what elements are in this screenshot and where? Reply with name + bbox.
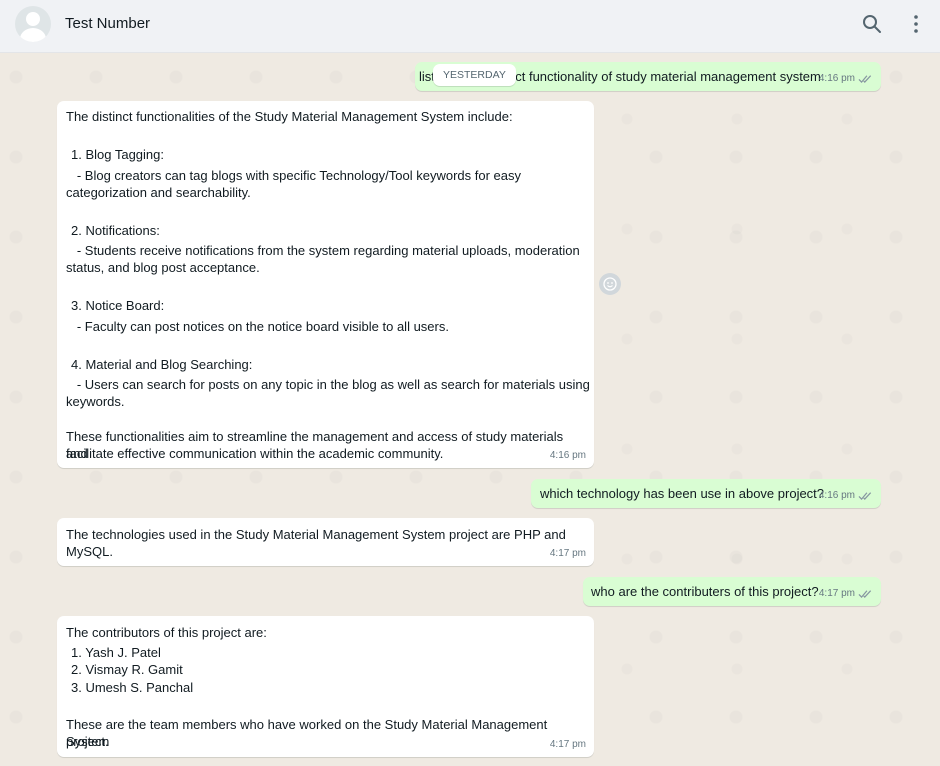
message-text: The technologies used in the Study Mater…: [66, 527, 566, 542]
emoji-reaction-button[interactable]: [599, 273, 621, 295]
list-item-desc: - Students receive notifications from th…: [66, 243, 580, 258]
chat-area[interactable]: list nct functionality of study material…: [0, 53, 940, 766]
message-time: 4:17 pm: [549, 548, 586, 559]
contact-name[interactable]: Test Number: [65, 15, 150, 32]
message-outro-cont: facilitate effective communication withi…: [66, 446, 444, 461]
double-check-icon: [858, 589, 872, 598]
message-time: 4:17 pm: [818, 588, 855, 599]
message-time: 4:16 pm: [818, 490, 855, 501]
message-outro: These are the team members who have work…: [66, 717, 548, 749]
list-item-desc: - Blog creators can tag blogs with speci…: [66, 168, 521, 183]
message-intro: The contributors of this project are:: [66, 625, 267, 640]
list-item-title: 4. Material and Blog Searching:: [71, 357, 253, 372]
message-text: who are the contributers of this project…: [591, 584, 819, 599]
message-meta: 4:17 pm: [819, 585, 873, 602]
message-meta: 4:16 pm: [819, 487, 873, 504]
search-icon[interactable]: [860, 12, 884, 36]
avatar-body-shape: [20, 28, 46, 42]
message-outro-cont: project.: [66, 734, 109, 749]
list-item-desc-cont: keywords.: [66, 394, 125, 409]
incoming-message[interactable]: The technologies used in the Study Mater…: [57, 518, 594, 566]
avatar-head-shape: [26, 12, 40, 26]
list-item-title: 2. Notifications:: [71, 223, 160, 238]
message-text-cont: MySQL.: [66, 544, 113, 559]
list-item-desc-cont: status, and blog post acceptance.: [66, 260, 260, 275]
smiley-icon: [603, 277, 617, 291]
double-check-icon: [858, 74, 872, 83]
list-item-desc: - Faculty can post notices on the notice…: [66, 319, 449, 334]
outgoing-message[interactable]: who are the contributers of this project…: [583, 577, 881, 606]
incoming-message[interactable]: The distinct functionalities of the Stud…: [57, 101, 594, 468]
message-meta: 4:17 pm: [550, 545, 586, 562]
list-item-title: 3. Notice Board:: [71, 298, 165, 313]
message-text-end: nct functionality of study material mana…: [508, 69, 821, 84]
list-item-desc-cont: categorization and searchability.: [66, 185, 251, 200]
list-item-title: 1. Blog Tagging:: [71, 147, 164, 162]
incoming-message[interactable]: The contributors of this project are: 1.…: [57, 616, 594, 757]
message-time: 4:17 pm: [549, 739, 586, 750]
outgoing-message[interactable]: which technology has been use in above p…: [531, 479, 881, 508]
kebab-menu-icon[interactable]: [904, 12, 928, 36]
list-item: 2. Vismay R. Gamit: [71, 662, 183, 677]
message-time: 4:16 pm: [549, 450, 586, 461]
message-meta: 4:16 pm: [819, 70, 873, 87]
message-intro: The distinct functionalities of the Stud…: [66, 109, 513, 124]
message-meta: 4:16 pm: [550, 447, 586, 464]
message-text: which technology has been use in above p…: [540, 486, 825, 501]
date-divider: YESTERDAY: [433, 64, 516, 86]
list-item: 1. Yash J. Patel: [71, 645, 161, 660]
chat-header: Test Number: [0, 0, 940, 53]
list-item-desc: - Users can search for posts on any topi…: [66, 377, 590, 392]
double-check-icon: [858, 491, 872, 500]
message-time: 4:16 pm: [818, 73, 855, 84]
list-item: 3. Umesh S. Panchal: [71, 680, 194, 695]
contact-avatar[interactable]: [15, 6, 51, 42]
message-meta: 4:17 pm: [550, 736, 586, 753]
